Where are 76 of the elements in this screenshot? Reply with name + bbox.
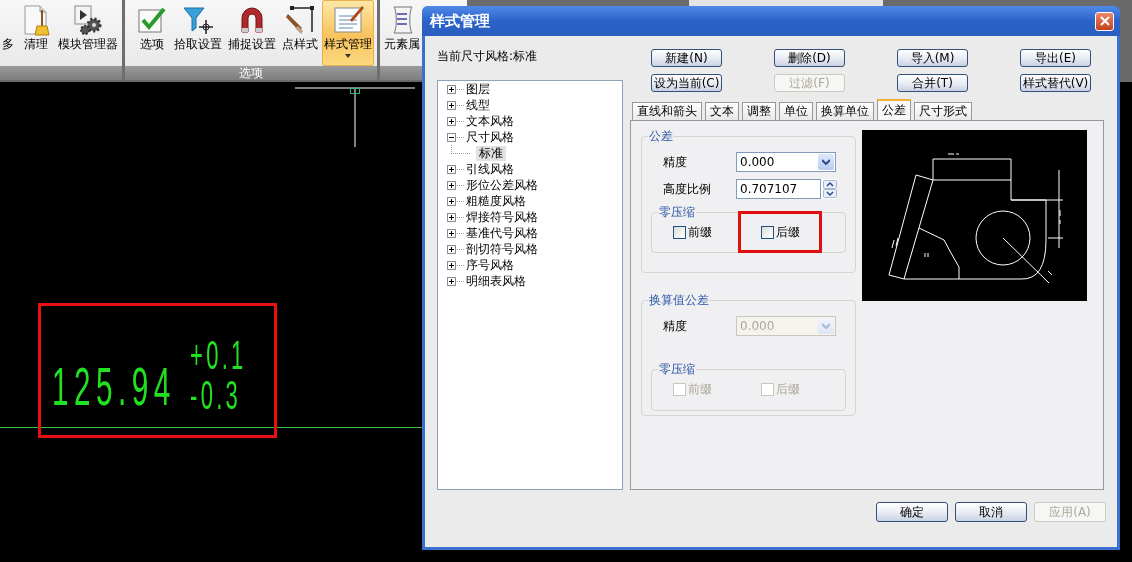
current-style-label: 当前尺寸风格:标准 [437, 49, 539, 63]
tab[interactable]: 调整 [742, 102, 776, 120]
tree-item[interactable]: 图层 [465, 81, 491, 97]
tree-item[interactable]: 基准代号风格 [465, 225, 539, 241]
height-ratio-spinner[interactable]: 0.707107 [736, 179, 837, 199]
tree-item[interactable]: 文本风格 [465, 113, 515, 129]
tree-item[interactable]: 粗糙度风格 [465, 193, 527, 209]
upper-tolerance: +0.1 [190, 335, 247, 375]
checkbox[interactable]: 前缀 [673, 225, 712, 240]
chevron-down-icon [822, 323, 830, 329]
tab[interactable]: 文本 [705, 102, 739, 120]
tab[interactable]: 尺寸形式 [914, 102, 972, 120]
ribbon-button[interactable]: 选项 [134, 0, 170, 66]
tree-item[interactable]: 剖切符号风格 [465, 241, 539, 257]
expand-icon[interactable] [447, 180, 456, 190]
dialog-button[interactable]: 导出(E) [1020, 49, 1091, 67]
ribbon-button[interactable]: 清理 [18, 0, 54, 66]
expand-icon[interactable] [447, 244, 456, 254]
close-button[interactable] [1095, 11, 1114, 31]
ribbon-button[interactable]: 模块管理器 [56, 0, 120, 66]
expand-icon[interactable] [447, 260, 456, 270]
group-title: 零压缩 [658, 363, 696, 376]
chevron-down-icon [822, 159, 830, 165]
tab[interactable]: 直线和箭头 [632, 102, 702, 120]
expand-icon[interactable] [447, 84, 456, 94]
funnel-icon [182, 4, 214, 36]
tree-item[interactable]: 线型 [465, 97, 491, 113]
group-title: 换算值公差 [648, 294, 710, 307]
expand-icon[interactable] [447, 228, 456, 238]
expand-icon[interactable] [447, 116, 456, 126]
group-title: 公差 [648, 130, 674, 143]
brush-icon [284, 4, 316, 36]
ribbon-button[interactable]: 拾取设置 [172, 0, 224, 66]
expand-icon[interactable] [447, 276, 456, 286]
dialog-button[interactable]: 确定 [876, 502, 948, 522]
field-label: 精度 [663, 153, 688, 171]
dialog-button[interactable]: 取消 [955, 502, 1027, 522]
dialog-button[interactable]: 设为当前(C) [651, 74, 722, 92]
tree-item[interactable]: 标准 [476, 145, 506, 161]
dialog-button[interactable]: 导入(M) [897, 49, 968, 67]
expand-icon[interactable] [447, 196, 456, 206]
gears-icon [72, 4, 104, 36]
dimension-value: 125.94 [52, 359, 176, 413]
field-label: 精度 [663, 317, 688, 335]
precision-select[interactable]: 0.000 [736, 152, 836, 172]
checkbox[interactable]: 后缀 [761, 225, 800, 240]
tree-item[interactable]: 序号风格 [465, 257, 515, 273]
tab[interactable]: 单位 [779, 102, 813, 120]
ribbon-button[interactable]: 样式管理 [322, 0, 374, 66]
tree-item[interactable]: 尺寸风格 [465, 129, 515, 145]
close-icon [1099, 16, 1110, 26]
collapse-icon[interactable] [447, 132, 456, 142]
expand-icon[interactable] [447, 164, 456, 174]
tab[interactable]: 公差 [877, 99, 911, 120]
document-brush-icon [332, 4, 364, 36]
ribbon-button[interactable]: 捕捉设置 [226, 0, 278, 66]
ribbon-button[interactable]: 元素属 [382, 0, 422, 66]
expand-icon[interactable] [447, 100, 456, 110]
tree-item[interactable]: 明细表风格 [465, 273, 527, 289]
expand-icon[interactable] [447, 212, 456, 222]
dialog-button[interactable]: 删除(D) [774, 49, 845, 67]
tree-item[interactable]: 形位公差风格 [465, 177, 539, 193]
tab[interactable]: 换算单位 [816, 102, 874, 120]
spinner-arrows-icon [823, 180, 837, 198]
field-label: 高度比例 [663, 180, 712, 198]
window-title: 样式管理 [430, 11, 490, 31]
dialog-button[interactable]: 新建(N) [651, 49, 722, 67]
tree-item[interactable]: 引线风格 [465, 161, 515, 177]
ribbon-button[interactable]: 点样式 [280, 0, 320, 66]
dialog-button[interactable]: 合并(T) [897, 74, 968, 92]
ribbon-button[interactable]: 多 [0, 0, 16, 66]
lower-tolerance: -0.3 [190, 375, 242, 415]
tree-item[interactable]: 焊接符号风格 [465, 209, 539, 225]
dialog-button[interactable]: 样式替代(V) [1020, 74, 1091, 92]
group-label: 选项 [239, 66, 263, 80]
group-title: 零压缩 [658, 206, 696, 219]
